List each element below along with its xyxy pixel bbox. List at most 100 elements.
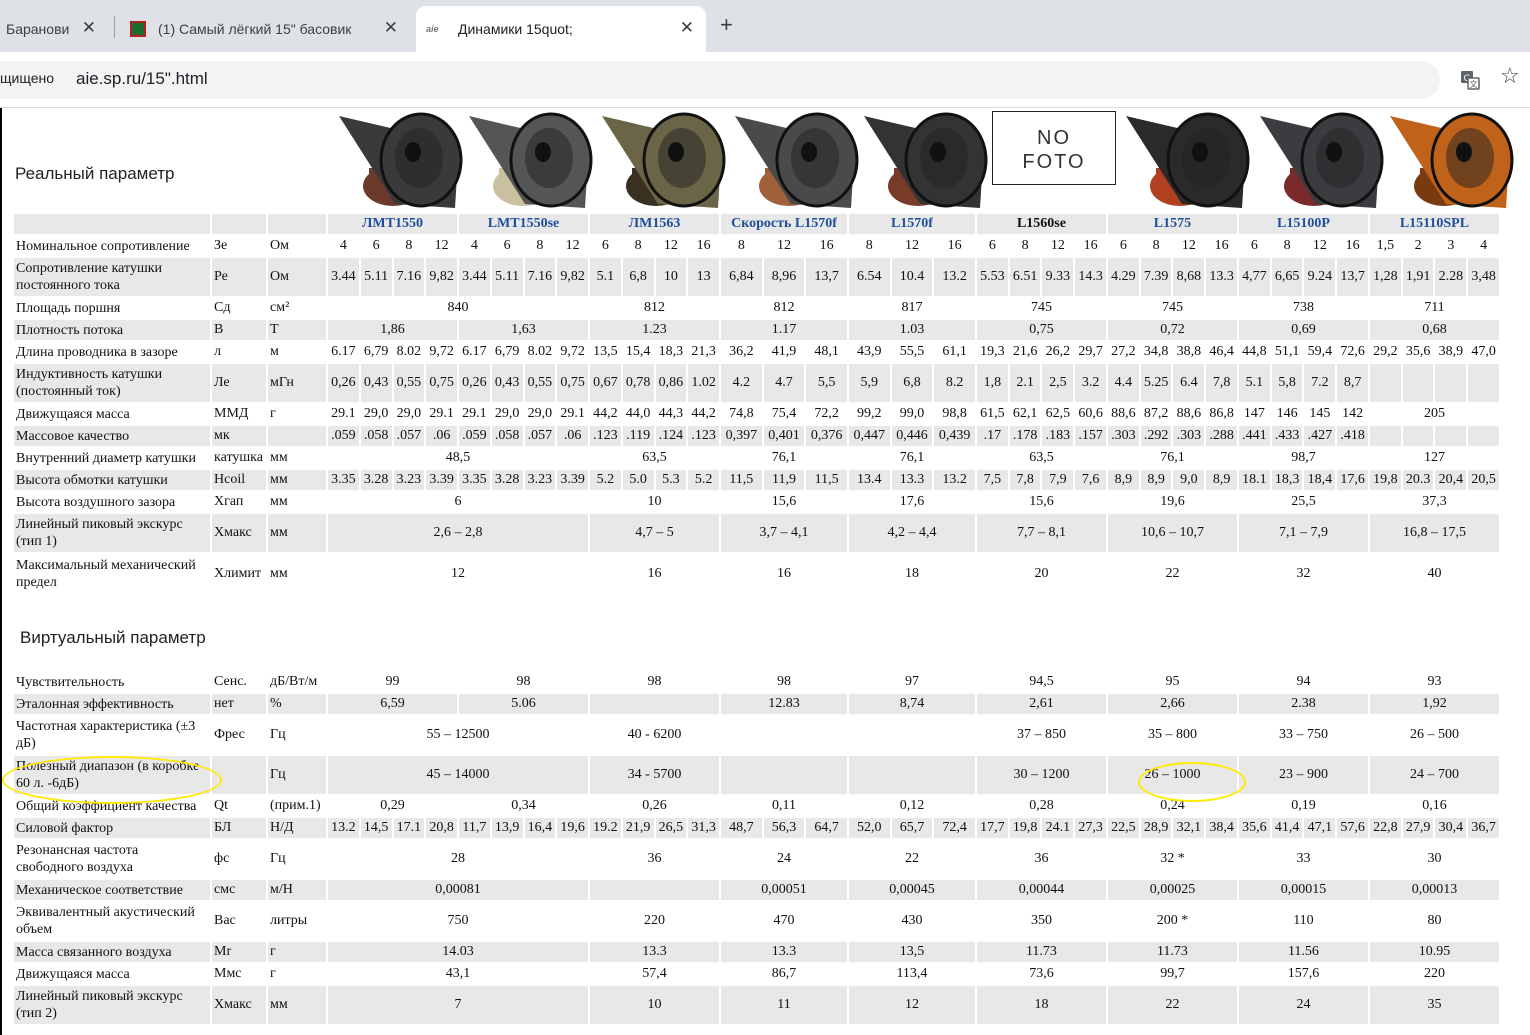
table-row: Движущаяся масса ММД г 29.1 29,0 29,0 29.1 29.1… (14, 404, 1499, 424)
speaker-photo (598, 108, 726, 212)
security-label[interactable]: щищено (0, 70, 54, 86)
table-row: Площадь поршня Сд см² 840 812 812 817 745 745 738… (14, 298, 1499, 318)
value-cell: 30,4 (1435, 818, 1467, 838)
value-cell: 29,0 (396, 406, 422, 421)
param-unit: дБ/Вт/м (270, 674, 318, 689)
close-icon[interactable]: ✕ (680, 18, 694, 38)
value-cell: 3.35 (328, 470, 359, 490)
param-name: Площадь поршня (16, 300, 121, 316)
url-text[interactable]: aie.sp.ru/15".html (76, 69, 208, 89)
value-cell: 61,1 (942, 344, 967, 359)
param-name: Эквивалентный акустический объем (16, 905, 195, 937)
table-row: Высота воздушного зазора Хгап мм 6 10 15,6 17,… (14, 492, 1499, 512)
model-link[interactable]: L1575 (1107, 214, 1237, 234)
value-cell: 7,8 (1206, 364, 1237, 402)
value-cell: 110 (1293, 913, 1314, 928)
value-cell: 7,6 (1075, 470, 1106, 490)
value-cell: 16 (776, 566, 791, 581)
model-link[interactable]: L15100P (1238, 214, 1368, 234)
value-cell: 738 (1292, 300, 1314, 315)
value-cell: 6 (988, 238, 996, 253)
table-row: Частотная характеристика (±3 дБ) Фрес Гц 55… (14, 716, 1499, 754)
value-cell: 16 (947, 238, 962, 253)
value-cell: 5,9 (848, 364, 890, 402)
value-cell: 56,3 (763, 818, 805, 838)
value-cell: 470 (773, 913, 795, 928)
value-cell: 29,0 (494, 406, 520, 421)
model-link[interactable]: Скорость L1570f (721, 214, 847, 234)
value-cell: 8,96 (763, 258, 805, 296)
close-icon[interactable]: ✕ (82, 18, 96, 38)
svg-text:文: 文 (1470, 79, 1478, 89)
value-cell: 350 (1030, 913, 1052, 928)
value-cell: 29,0 (363, 406, 389, 421)
value-cell: 21,3 (691, 344, 716, 359)
value-cell: 48,5 (445, 450, 471, 465)
bookmark-star-icon[interactable]: ☆ (1500, 64, 1520, 89)
value-cell: 7.16 (524, 258, 556, 296)
value-cell: 10 (590, 986, 719, 1024)
value-cell: 5.3 (655, 470, 687, 490)
value-cell: 37,3 (1422, 494, 1447, 509)
tab-bass[interactable]: (1) Самый лёгкий 15" басовик ✕ (122, 6, 410, 52)
value-cell: 13.3 (590, 942, 719, 962)
value-cell: 29.1 (331, 406, 356, 421)
param-unit: мм (270, 450, 288, 465)
value-cell: 9.24 (1304, 258, 1336, 296)
value-cell: 0,55 (524, 364, 556, 402)
value-cell: 6.4 (1173, 364, 1205, 402)
value-cell: 35,6 (1238, 818, 1270, 838)
value-cell: 41,9 (771, 344, 797, 359)
tab-speakers[interactable]: aie Динамики 15quot; ✕ (416, 6, 706, 52)
no-foto-text: FOTO (1022, 151, 1086, 173)
param-unit: мГн (268, 364, 326, 402)
omnibox[interactable] (0, 61, 1440, 99)
new-tab-icon[interactable]: + (720, 12, 733, 38)
model-link[interactable]: L1570f (848, 214, 975, 234)
value-cell: 3,7 – 4,1 (721, 514, 847, 552)
value-cell: 18.1 (1238, 470, 1270, 490)
value-cell: 14,5 (360, 818, 392, 838)
value-cell: 16 (1083, 238, 1098, 253)
model-link[interactable]: L15110SPL (1369, 214, 1499, 234)
value-cell: 2,6 – 2,8 (328, 514, 588, 552)
value-cell: .427 (1304, 426, 1336, 446)
value-cell: 8 (865, 238, 873, 253)
tab-baranovi[interactable]: Баранови ✕ (0, 6, 108, 52)
model-link[interactable]: ЛМТ1550 (328, 214, 457, 234)
param-name: Индуктивность катушки (постоянный ток) (14, 364, 210, 402)
param-unit: (прим.1) (270, 798, 321, 813)
param-name: Движущаяся масса (16, 966, 130, 982)
param-name: Внутренний диаметр катушки (16, 450, 196, 466)
table-row: Чувствительность Сенс. дБ/Вт/м 99 98 98 98 97 94… (14, 672, 1499, 692)
model-link[interactable]: ЛМ1563 (590, 214, 719, 234)
aie-logo-icon: aie (426, 24, 439, 34)
value-cell: 0,397 (721, 426, 762, 446)
value-cell: .288 (1206, 426, 1237, 446)
model-link[interactable]: LMT1550se (459, 214, 588, 234)
value-cell: 22,8 (1369, 818, 1401, 838)
value-cell (590, 880, 719, 900)
value-cell: 2.1 (1009, 364, 1041, 402)
value-cell: 7,5 (976, 470, 1008, 490)
value-cell: 33 – 750 (1278, 727, 1328, 742)
value-cell: 4.29 (1107, 258, 1139, 296)
value-cell: 24 (776, 851, 791, 866)
value-cell: 15,6 (771, 494, 797, 509)
value-cell: 36,7 (1468, 818, 1499, 838)
value-cell: 145 (1309, 406, 1331, 421)
value-cell: 35 (1369, 986, 1499, 1024)
value-cell: 24 – 700 (1369, 756, 1499, 794)
table-row: Эквивалентный акустический объем Вас литры… (14, 902, 1499, 940)
translate-icon[interactable]: G 文 (1460, 70, 1480, 90)
value-cell: 12 (565, 238, 580, 253)
value-cell: 5.11 (360, 258, 392, 296)
close-icon[interactable]: ✕ (384, 18, 398, 38)
value-cell: 14.3 (1075, 258, 1106, 296)
value-cell: 711 (1424, 300, 1445, 315)
value-cell: 4.4 (1107, 364, 1139, 402)
value-cell: 6 (454, 494, 462, 509)
param-unit: Н/Д (268, 818, 326, 838)
param-name: Номинальное сопротивление (16, 238, 190, 254)
value-cell: 21,9 (622, 818, 654, 838)
